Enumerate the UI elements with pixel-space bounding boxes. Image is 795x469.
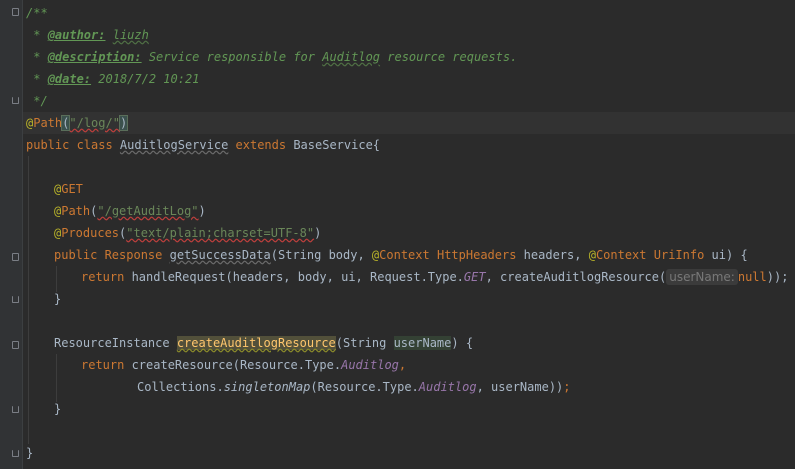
- type-name: UriInfo: [653, 248, 705, 262]
- annotation-name: Path: [33, 116, 63, 130]
- javadoc-value: Auditlog: [322, 50, 381, 64]
- code-line: */: [26, 90, 48, 112]
- javadoc-value: liuzh: [112, 28, 149, 42]
- class-name: BaseService{: [293, 138, 381, 152]
- comment-text: resource requests.: [380, 50, 518, 64]
- type-name: ResourceInstance: [54, 336, 177, 350]
- code-line: ResourceInstance createAuditlogResource(…: [54, 332, 473, 354]
- keyword: null: [737, 270, 767, 284]
- method-call: , createAuditlogResource(: [485, 270, 667, 284]
- annotation-at: @: [588, 248, 596, 262]
- comment-text: *: [26, 28, 48, 42]
- annotation-name: GET: [61, 182, 83, 196]
- comment-text: *: [26, 72, 48, 86]
- punctuation: ,: [398, 358, 407, 372]
- static-field: GET: [463, 270, 486, 284]
- bracket: ): [314, 226, 322, 240]
- keyword: extends: [228, 138, 294, 152]
- fold-marker-icon[interactable]: [12, 253, 19, 261]
- javadoc-tag: @date:: [47, 72, 92, 86]
- code-line: @Path("/log/"): [26, 112, 129, 134]
- comment-text: */: [26, 94, 48, 108]
- keyword: public: [54, 248, 105, 262]
- method-call: Collections.: [137, 380, 224, 394]
- string-literal: "text/plain;charset=UTF-8": [126, 226, 315, 240]
- fold-marker-icon[interactable]: [12, 8, 19, 16]
- fold-marker-icon[interactable]: [12, 406, 19, 413]
- parameter-name: userName: [393, 336, 452, 350]
- method-name: createAuditlogResource: [176, 336, 336, 350]
- brace: }: [54, 402, 62, 416]
- code-line: * @description: Service responsible for …: [26, 46, 517, 68]
- code-line: public class AuditlogService extends Bas…: [26, 134, 380, 156]
- string-literal: "/log/": [69, 116, 120, 130]
- code-line: Collections.singletonMap(Resource.Type.A…: [137, 376, 571, 398]
- javadoc-value: 2018/7/2 10:21: [91, 72, 200, 86]
- fold-marker-icon[interactable]: [12, 450, 19, 457]
- method-call: handleRequest(headers, body, ui, Request…: [131, 270, 464, 284]
- code-line: * @author: liuzh: [26, 24, 149, 46]
- code-line: @GET: [54, 178, 83, 200]
- fold-marker-icon[interactable]: [12, 296, 19, 303]
- type-name: HttpHeaders: [436, 248, 517, 262]
- bracket: ): [198, 204, 206, 218]
- fold-marker-icon[interactable]: [12, 97, 19, 104]
- comment-text: Service responsible for: [141, 50, 323, 64]
- method-call: , userName)): [476, 380, 564, 394]
- indent-guide: [28, 156, 29, 444]
- code-line: return createResource(Resource.Type.Audi…: [81, 354, 406, 376]
- static-field: Auditlog: [341, 358, 399, 372]
- method-call: (Resource.Type.: [310, 380, 419, 394]
- comment-text: *: [26, 50, 48, 64]
- javadoc-tag: @author:: [47, 28, 106, 42]
- static-field: Auditlog: [418, 380, 477, 394]
- string-literal: "/getAuditLog": [97, 204, 199, 218]
- parameters: ui) {: [704, 248, 748, 262]
- comment-text: /**: [26, 6, 48, 20]
- parameters: (String body,: [270, 248, 372, 262]
- code-line: @Path("/getAuditLog"): [54, 200, 206, 222]
- method-call: createResource(Resource.Type.: [131, 358, 342, 372]
- class-name: AuditlogService: [119, 138, 229, 152]
- punctuation: ));: [766, 270, 789, 284]
- code-editor[interactable]: /** * @author: liuzh * @description: Ser…: [0, 0, 795, 469]
- code-line: * @date: 2018/7/2 10:21: [26, 68, 199, 90]
- current-line-highlight: [23, 112, 795, 134]
- annotation-name: Path: [61, 204, 91, 218]
- brace: }: [26, 446, 34, 460]
- annotation-name: Produces: [61, 226, 120, 240]
- brace: }: [54, 292, 62, 306]
- keyword: return: [81, 358, 132, 372]
- parameter-hint: userName:: [666, 269, 738, 285]
- parameters: (String: [335, 336, 394, 350]
- punctuation: ;: [563, 380, 571, 394]
- parameters: ) {: [451, 336, 474, 350]
- javadoc-tag: @description:: [47, 50, 142, 64]
- code-line: }: [54, 398, 61, 420]
- type-name: Response: [104, 248, 163, 262]
- code-line: return handleRequest(headers, body, ui, …: [81, 266, 788, 288]
- code-line: @Produces("text/plain;charset=UTF-8"): [54, 222, 321, 244]
- keyword: return: [81, 270, 132, 284]
- keyword: public class: [26, 138, 120, 152]
- code-line: }: [26, 442, 33, 464]
- code-line: /**: [26, 2, 48, 24]
- indent-guide: [56, 354, 57, 402]
- parameters: headers,: [516, 248, 589, 262]
- method-name: getSuccessData: [169, 248, 271, 262]
- editor-gutter: [0, 0, 23, 469]
- fold-marker-icon[interactable]: [12, 341, 19, 349]
- annotation-name: Context: [379, 248, 430, 262]
- code-line: }: [54, 288, 61, 310]
- code-line: public Response getSuccessData(String bo…: [54, 244, 748, 266]
- annotation-name: Context: [595, 248, 647, 262]
- bracket: ): [118, 115, 129, 131]
- static-method: singletonMap: [223, 380, 311, 394]
